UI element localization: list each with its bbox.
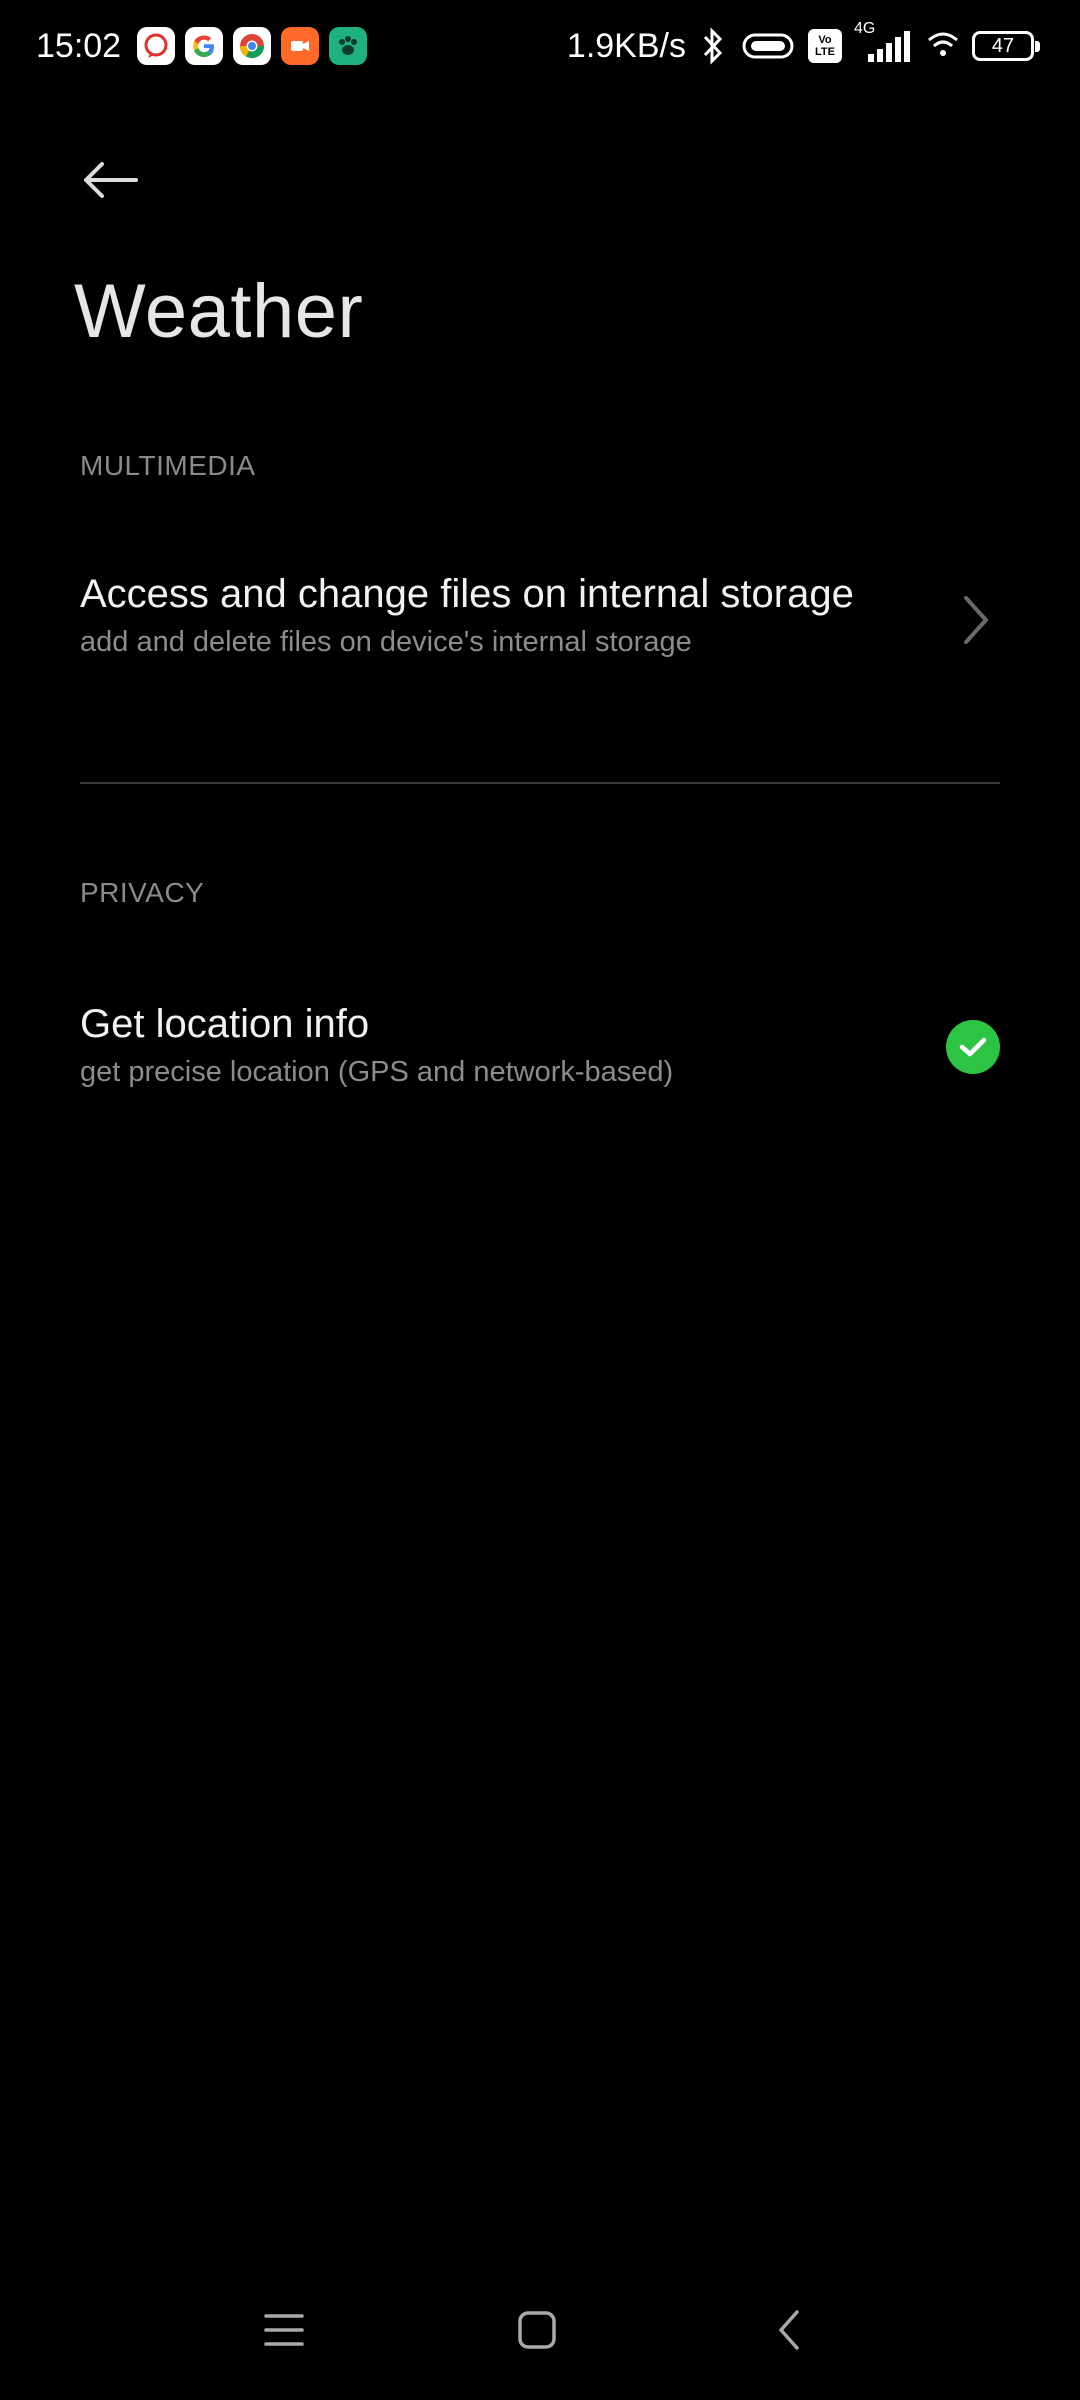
google-icon [185, 27, 224, 65]
vibrate-icon [740, 29, 796, 63]
status-time: 15:02 [36, 26, 122, 65]
storage-permission-subtitle: add and delete files on device's interna… [80, 626, 692, 658]
home-icon [518, 2311, 556, 2349]
status-bar: 15:02 1.9KB/s Vo LTE 4G 47 [0, 0, 1080, 92]
video-call-icon [281, 27, 320, 65]
volte-top-text: Vo [818, 34, 832, 46]
recent-apps-button[interactable] [254, 2300, 314, 2360]
storage-permission-row[interactable]: Access and change files on internal stor… [0, 560, 1080, 680]
volte-icon: Vo LTE [808, 29, 842, 63]
network-type: 4G [854, 20, 876, 37]
storage-permission-title: Access and change files on internal stor… [80, 572, 854, 616]
message-icon [137, 27, 176, 65]
section-header-privacy: PRIVACY [80, 877, 205, 908]
section-divider [80, 782, 1000, 784]
wifi-icon [926, 26, 960, 66]
arrow-left-icon [84, 162, 138, 198]
location-permission-row[interactable]: Get location info get precise location (… [0, 990, 1080, 1110]
home-button[interactable] [507, 2300, 567, 2360]
nav-back-button[interactable] [760, 2300, 820, 2360]
network-speed: 1.9KB/s [566, 26, 686, 65]
chrome-icon [233, 27, 272, 65]
back-icon [779, 2310, 799, 2350]
back-button[interactable] [70, 140, 150, 220]
battery-icon: 47 [972, 31, 1040, 61]
battery-level: 47 [991, 34, 1015, 57]
chevron-right-icon [964, 596, 988, 644]
paw-app-icon [329, 27, 368, 65]
location-permission-checkbox[interactable] [946, 1020, 1000, 1074]
location-permission-subtitle: get precise location (GPS and network-ba… [80, 1056, 674, 1088]
volte-bottom-text: LTE [815, 46, 835, 58]
menu-icon [264, 2314, 304, 2346]
section-header-multimedia: MULTIMEDIA [80, 450, 256, 481]
status-bar-right: 1.9KB/s Vo LTE 4G 47 [566, 20, 1040, 72]
page-title: Weather [74, 269, 364, 354]
location-permission-title: Get location info [80, 1002, 370, 1046]
checkmark-icon [959, 1037, 987, 1057]
bluetooth-icon [698, 26, 728, 66]
status-bar-left: 15:02 [36, 20, 368, 72]
navigation-bar [0, 2280, 1080, 2380]
signal-icon: 4G [854, 20, 914, 66]
